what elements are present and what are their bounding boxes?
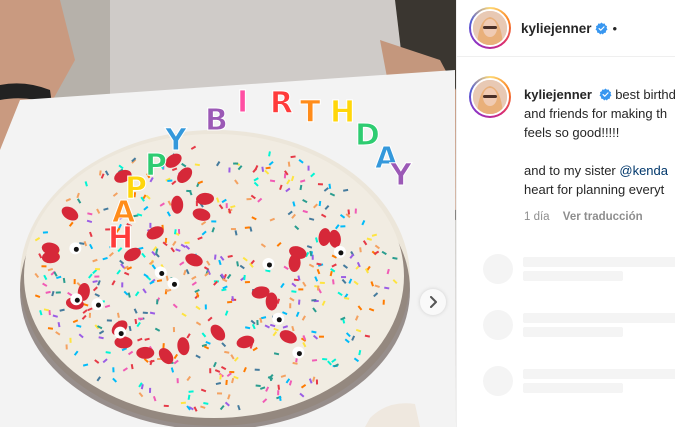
- post-photo[interactable]: HAPPYBIRTHDAY: [0, 0, 456, 427]
- candle-letter: H: [330, 95, 355, 130]
- skeleton-line: [523, 313, 675, 323]
- caption-line-3: feels so good!!!!!: [524, 125, 620, 140]
- skeleton-line: [523, 369, 675, 379]
- post-header: kyliejenner •: [457, 0, 675, 57]
- avatar[interactable]: [469, 7, 511, 49]
- comment-skeleton-row: [483, 254, 675, 310]
- skeleton-avatar: [483, 366, 513, 396]
- candle-letter: I: [237, 85, 248, 120]
- profile-picture-icon: [473, 11, 507, 45]
- skeleton-avatar: [483, 310, 513, 340]
- candle-letter: Y: [164, 123, 188, 158]
- caption-text: kyliejenner best birthd and friends for …: [524, 85, 675, 227]
- comment-skeleton-row: [483, 310, 675, 366]
- next-photo-button[interactable]: [420, 289, 446, 315]
- candle-letter: P: [125, 171, 147, 206]
- time-ago[interactable]: 1 día: [524, 211, 550, 223]
- profile-picture-icon: [473, 80, 507, 114]
- caption-line-2: and friends for making th: [524, 106, 668, 121]
- comment-meta: 1 día Ver traducción: [524, 208, 675, 227]
- candle-letter: R: [270, 86, 293, 121]
- caption-username[interactable]: kyliejenner: [524, 87, 592, 102]
- caption-line-5: heart for planning everyt: [524, 182, 665, 197]
- birthday-cake-image: HAPPYBI R T HDAY: [0, 0, 456, 427]
- caption-line: kyliejenner best birthd: [524, 85, 675, 104]
- comment-skeleton-row: [483, 366, 675, 422]
- verified-badge-icon: [595, 22, 608, 34]
- post-side-panel: kyliejenner • kyliejenner best birthd an…: [456, 0, 675, 427]
- candle-letter: T: [300, 95, 321, 130]
- verified-badge-icon: [599, 88, 612, 101]
- comments-loading-placeholder: [483, 254, 675, 422]
- skeleton-line: [523, 257, 675, 267]
- header-username[interactable]: kyliejenner: [521, 21, 592, 36]
- skeleton-avatar: [483, 254, 513, 284]
- skeleton-line: [523, 327, 623, 337]
- caption-line-1: best birthd: [615, 87, 675, 102]
- mention-link[interactable]: @kenda: [619, 163, 668, 178]
- candle-letter: P: [145, 148, 167, 183]
- candle-letter: B: [205, 103, 228, 138]
- skeleton-line: [523, 271, 623, 281]
- skeleton-line: [523, 383, 623, 393]
- caption-line-4: and to my sister @kenda: [524, 161, 675, 180]
- chevron-right-icon: [430, 296, 437, 308]
- candle-letter: Y: [389, 158, 413, 193]
- caption-avatar[interactable]: [469, 76, 511, 118]
- see-translation-button[interactable]: Ver traducción: [563, 211, 643, 223]
- header-separator: •: [612, 20, 618, 36]
- caption-line-4-text: and to my sister: [524, 163, 620, 178]
